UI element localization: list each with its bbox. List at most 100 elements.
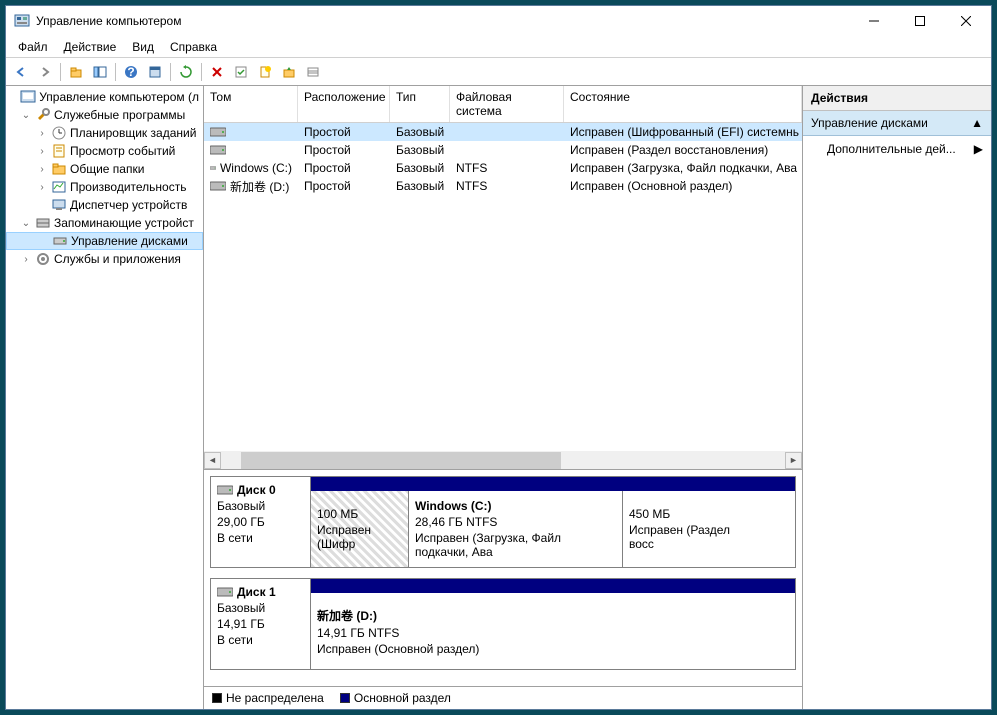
tree-label: Служебные программы (54, 108, 185, 122)
collapse-icon[interactable]: ⌄ (20, 110, 32, 121)
titlebar[interactable]: Управление компьютером (6, 6, 991, 36)
col-status[interactable]: Состояние (564, 86, 802, 122)
center-panel: Том Расположение Тип Файловая система Со… (204, 86, 803, 709)
actions-more[interactable]: Дополнительные дей... ▶ (803, 136, 991, 162)
cell-fs: NTFS (450, 160, 564, 176)
tree-panel[interactable]: Управление компьютером (л ⌄ Служебные пр… (6, 86, 204, 709)
tree-scheduler[interactable]: › Планировщик заданий (6, 124, 203, 142)
tree-performance[interactable]: › Производительность (6, 178, 203, 196)
disk-partitions: 新加卷 (D:)14,91 ГБ NTFSИсправен (Основной … (311, 579, 795, 669)
cell-layout: Простой (298, 178, 390, 194)
scroll-thumb[interactable] (241, 452, 561, 469)
refresh-button[interactable] (175, 61, 197, 83)
tree-storage[interactable]: ⌄ Запоминающие устройст (6, 214, 203, 232)
table-row[interactable]: Windows (C:)ПростойБазовыйNTFSИсправен (… (204, 159, 802, 177)
tools-icon (35, 107, 51, 123)
actions-section[interactable]: Управление дисками ▲ (803, 111, 991, 136)
cell-volume: 新加卷 (D:) (204, 177, 298, 196)
up-button[interactable] (65, 61, 87, 83)
partition-name: Windows (C:) (415, 499, 616, 513)
table-row[interactable]: 新加卷 (D:)ПростойБазовыйNTFSИсправен (Осно… (204, 177, 802, 195)
events-icon (51, 143, 67, 159)
delete-button[interactable] (206, 61, 228, 83)
menu-help[interactable]: Справка (162, 38, 225, 56)
col-type[interactable]: Тип (390, 86, 450, 122)
partition-info: 28,46 ГБ NTFS (415, 515, 616, 529)
collapse-icon[interactable]: ⌄ (20, 218, 32, 229)
tree-devmgr[interactable]: Диспетчер устройств (6, 196, 203, 214)
tree-label: Планировщик заданий (70, 126, 196, 140)
chevron-right-icon: ▶ (974, 142, 983, 156)
menu-action[interactable]: Действие (56, 38, 125, 56)
diskmgmt-icon (52, 233, 68, 249)
volume-table[interactable]: Том Расположение Тип Файловая система Со… (204, 86, 802, 195)
show-hide-tree-button[interactable] (89, 61, 111, 83)
disk-info: Диск 0Базовый29,00 ГБВ сети (211, 477, 311, 567)
cell-volume (204, 126, 298, 138)
expand-icon[interactable]: › (20, 254, 32, 265)
help-button[interactable]: ? (120, 61, 142, 83)
tree-events[interactable]: › Просмотр событий (6, 142, 203, 160)
disk-row[interactable]: Диск 0Базовый29,00 ГБВ сети100 МБИсправе… (210, 476, 796, 568)
table-row[interactable]: ПростойБазовыйИсправен (Шифрованный (EFI… (204, 123, 802, 141)
horizontal-scrollbar[interactable]: ◄ ► (204, 451, 802, 469)
properties-button[interactable] (144, 61, 166, 83)
partition-info: 450 МБ (629, 507, 757, 521)
close-button[interactable] (943, 6, 989, 36)
tree-root[interactable]: Управление компьютером (л (6, 88, 203, 106)
table-row[interactable]: ПростойБазовыйИсправен (Раздел восстанов… (204, 141, 802, 159)
app-icon (14, 13, 30, 29)
minimize-button[interactable] (851, 6, 897, 36)
services-icon (35, 251, 51, 267)
partition[interactable]: 新加卷 (D:)14,91 ГБ NTFSИсправен (Основной … (311, 593, 763, 669)
legend-swatch-navy (340, 693, 350, 703)
device-icon (51, 197, 67, 213)
cell-status: Исправен (Шифрованный (EFI) системнь (564, 124, 802, 140)
partition[interactable]: 450 МБИсправен (Раздел восс (623, 491, 763, 567)
cell-fs: NTFS (450, 178, 564, 194)
clock-icon (51, 125, 67, 141)
partition[interactable]: Windows (C:)28,46 ГБ NTFSИсправен (Загру… (409, 491, 623, 567)
tree-shared[interactable]: › Общие папки (6, 160, 203, 178)
back-button[interactable] (10, 61, 32, 83)
disk-size: 29,00 ГБ (217, 515, 304, 529)
disk-bar (311, 579, 795, 593)
cell-volume (204, 144, 298, 156)
cell-type: Базовый (390, 142, 450, 158)
menu-file[interactable]: Файл (10, 38, 56, 56)
disk-graphical-view[interactable]: Диск 0Базовый29,00 ГБВ сети100 МБИсправе… (204, 469, 802, 686)
scroll-left-icon[interactable]: ◄ (204, 452, 221, 469)
scroll-right-icon[interactable]: ► (785, 452, 802, 469)
list-view-button[interactable] (302, 61, 324, 83)
col-volume[interactable]: Том (204, 86, 298, 122)
storage-icon (35, 215, 51, 231)
partition[interactable]: 100 МБИсправен (Шифр (311, 491, 409, 567)
expand-icon[interactable]: › (36, 182, 48, 193)
tree-system-tools[interactable]: ⌄ Служебные программы (6, 106, 203, 124)
settings-button[interactable] (278, 61, 300, 83)
disk-state: В сети (217, 531, 304, 545)
menu-view[interactable]: Вид (124, 38, 162, 56)
actions-section-label: Управление дисками (811, 116, 928, 130)
expand-icon[interactable]: › (36, 128, 48, 139)
content-area: Управление компьютером (л ⌄ Служебные пр… (6, 86, 991, 709)
forward-button[interactable] (34, 61, 56, 83)
tree-diskmgmt[interactable]: Управление дисками (6, 232, 203, 250)
maximize-button[interactable] (897, 6, 943, 36)
disk-bar (311, 477, 795, 491)
tree-services[interactable]: › Службы и приложения (6, 250, 203, 268)
action-list-button[interactable] (230, 61, 252, 83)
disk-state: В сети (217, 633, 304, 647)
col-layout[interactable]: Расположение (298, 86, 390, 122)
tree-label: Запоминающие устройст (54, 216, 194, 230)
disk-row[interactable]: Диск 1Базовый14,91 ГБВ сети新加卷 (D:)14,91… (210, 578, 796, 670)
cell-type: Базовый (390, 160, 450, 176)
col-fs[interactable]: Файловая система (450, 86, 564, 122)
actions-header: Действия (803, 86, 991, 111)
actions-more-label: Дополнительные дей... (827, 142, 956, 156)
expand-icon[interactable]: › (36, 146, 48, 157)
cell-type: Базовый (390, 178, 450, 194)
new-button[interactable] (254, 61, 276, 83)
expand-icon[interactable]: › (36, 164, 48, 175)
svg-text:?: ? (127, 65, 134, 79)
